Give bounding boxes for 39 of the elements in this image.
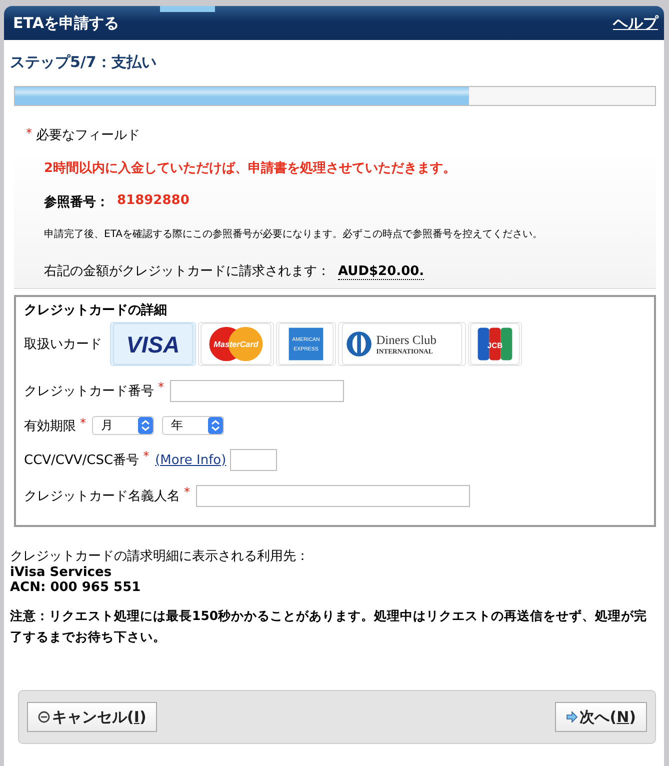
merchant-intro: クレジットカードの請求明細に表示される利用先： bbox=[10, 548, 310, 565]
arrow-icon bbox=[566, 711, 578, 723]
required-note: 必要なフィールド bbox=[36, 127, 140, 144]
accepted-cards-label: 取扱いカード bbox=[24, 336, 102, 353]
section-title: クレジットカードの詳細 bbox=[24, 302, 168, 319]
charge-text: 右記の金額がクレジットカードに請求されます： bbox=[44, 263, 330, 280]
required-mark: * bbox=[143, 449, 150, 463]
next-button[interactable]: 次へ(N) bbox=[554, 702, 647, 732]
reference-label: 参照番号： bbox=[44, 194, 109, 211]
required-mark: * bbox=[26, 126, 32, 142]
field-label: CCV/CVV/CSC番号 bbox=[24, 452, 140, 469]
merchant-name: iVisa Services bbox=[10, 565, 113, 580]
input-field[interactable] bbox=[170, 380, 344, 402]
reference-hint: 申請完了後、ETAを確認する際にこの参照番号が必要になります。必ずこの時点で参照番号を控えてください。 bbox=[44, 228, 544, 241]
field-label: クレジットカード名義人名 bbox=[24, 488, 180, 505]
window-title: ETAを申請する bbox=[13, 14, 119, 32]
cancel-button[interactable]: キャンセル(I) bbox=[27, 702, 158, 732]
stepper-icon bbox=[208, 417, 223, 434]
card-logo[interactable]: VISA bbox=[110, 322, 196, 366]
processing-note: 注意：リクエスト処理には最長150秒かかることがあります。処理中はリクエストの再送信をせず、処理が完了するまでお待ち下さい。 bbox=[10, 607, 648, 646]
input-field[interactable] bbox=[196, 485, 470, 507]
merchant-acn: ACN: 000 965 551 bbox=[10, 580, 142, 595]
input-field[interactable] bbox=[230, 449, 278, 471]
required-mark: * bbox=[80, 416, 86, 430]
reference-number: 81892880 bbox=[117, 193, 190, 210]
help-link[interactable]: ヘルプ bbox=[613, 14, 658, 32]
tab-edge bbox=[160, 6, 215, 12]
charge-amount: AUD$20.00. bbox=[338, 264, 424, 280]
more-info-link[interactable]: (More Info) bbox=[155, 452, 226, 468]
stepper-icon bbox=[138, 417, 153, 434]
required-mark: * bbox=[184, 485, 190, 499]
step-title: ステップ5/7：支払い bbox=[10, 53, 158, 72]
field-label: 有効期限 bbox=[24, 418, 76, 434]
dropdown[interactable]: 月 bbox=[92, 416, 154, 435]
payment-warning: 2時間以内に入金していただけば、申請書を処理させていただきます。 bbox=[44, 160, 458, 177]
field-label: クレジットカード番号 bbox=[24, 383, 154, 400]
required-mark: * bbox=[158, 380, 164, 394]
minus-circle-icon bbox=[38, 711, 50, 723]
dropdown[interactable]: 年 bbox=[162, 416, 224, 435]
